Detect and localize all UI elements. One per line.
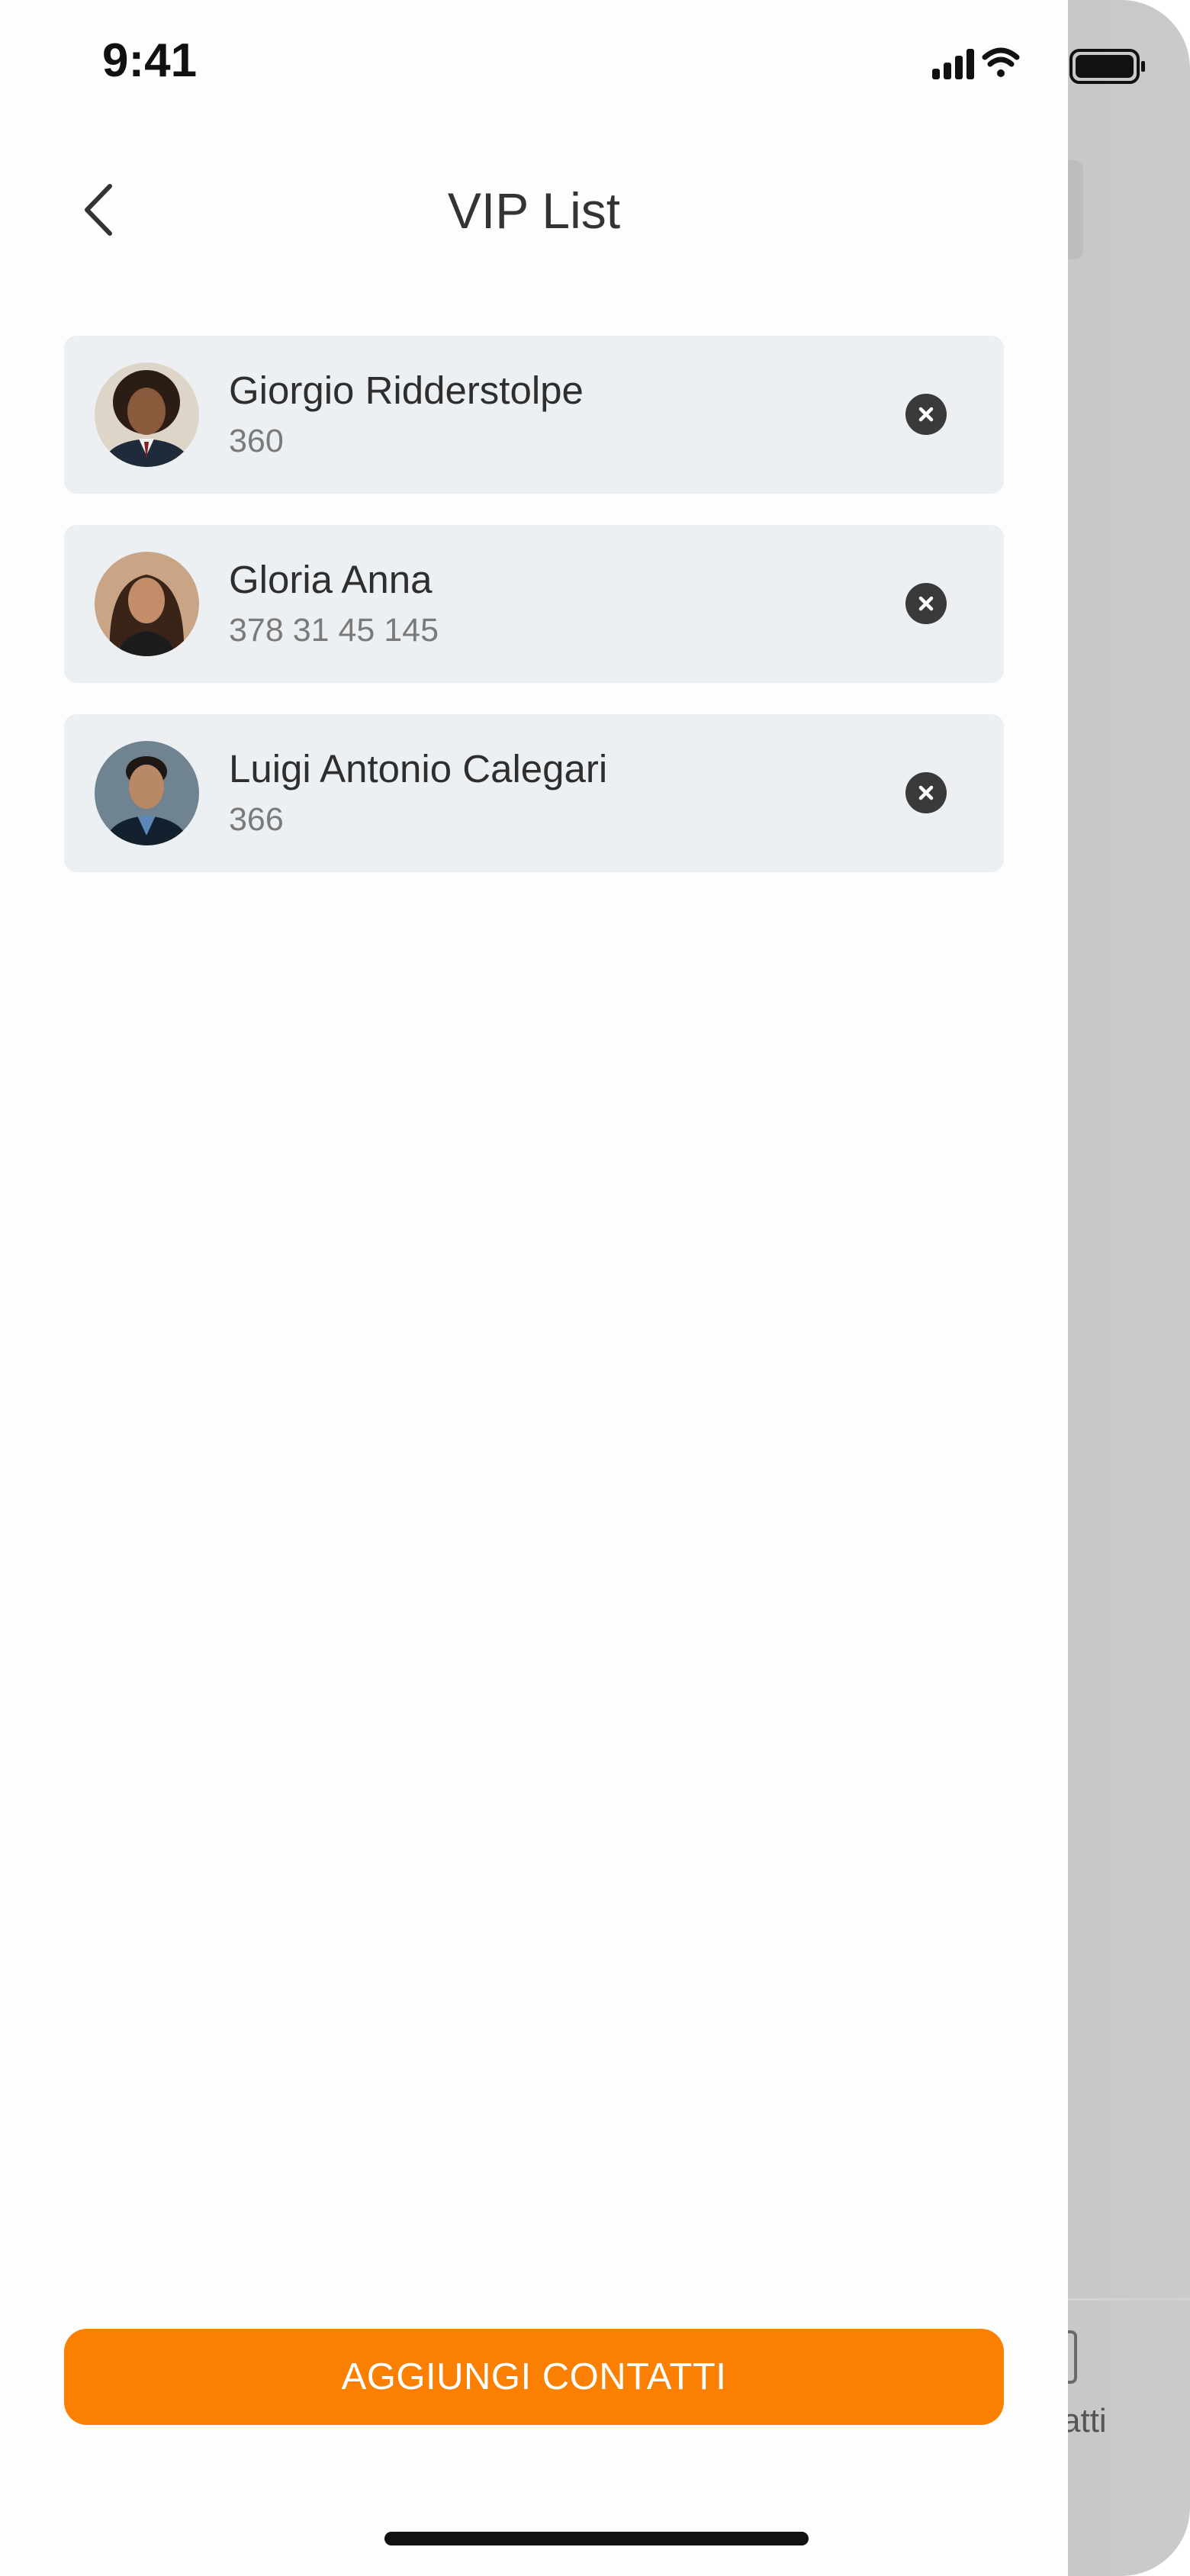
contact-name: Gloria Anna [229,558,433,601]
background-tab-divider [1068,2298,1190,2301]
close-icon [918,785,934,800]
signal-icon [932,49,974,79]
avatar [95,552,199,656]
battery-icon [1069,49,1145,84]
contact-name: Luigi Antonio Calegari [229,747,608,791]
wifi-icon [982,47,1020,77]
close-icon [918,596,934,611]
status-icons [932,43,1054,89]
contact-card[interactable]: Luigi Antonio Calegari 366 [64,714,1004,872]
add-contacts-button[interactable]: AGGIUNGI CONTATTI [64,2329,1004,2425]
contact-card[interactable]: Gloria Anna 378 31 45 145 [64,525,1004,683]
remove-contact-button[interactable] [905,394,947,435]
contact-phone: 360 [229,423,284,459]
background-tab-label: atti [1062,2402,1107,2439]
close-icon [918,407,934,422]
avatar [95,362,199,467]
home-indicator [384,2532,809,2545]
contact-name: Giorgio Ridderstolpe [229,369,584,412]
page-title: VIP List [447,182,621,239]
remove-contact-button[interactable] [905,583,947,624]
contact-phone: 366 [229,801,284,838]
remove-contact-button[interactable] [905,772,947,813]
vip-contact-list: Giorgio Ridderstolpe 360 Gloria Anna 378… [64,336,1004,903]
avatar [95,741,199,845]
contact-phone: 378 31 45 145 [229,612,439,649]
status-time: 9:41 [102,34,198,87]
contact-card[interactable]: Giorgio Ridderstolpe 360 [64,336,1004,494]
vip-list-panel: 9:41 VIP List Giorgio Ridderstolpe 360 G… [0,0,1145,2576]
